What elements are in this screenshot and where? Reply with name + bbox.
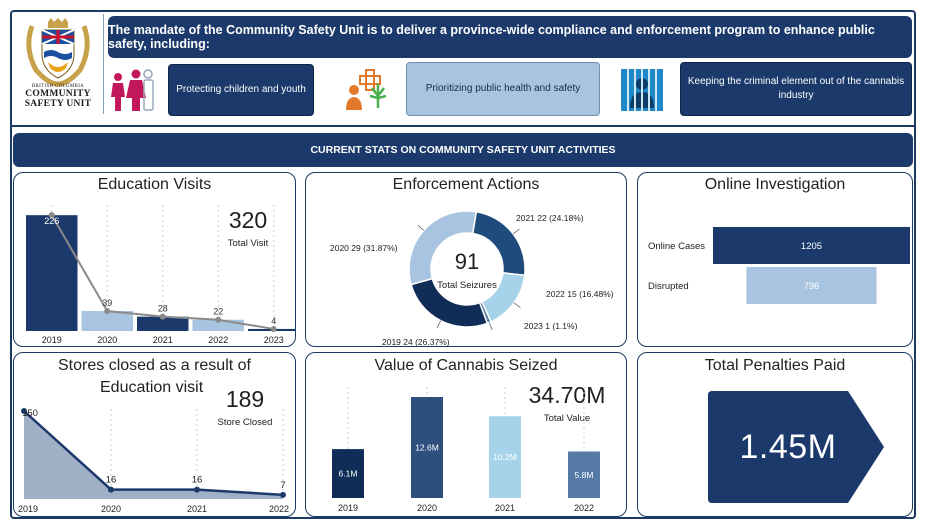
education-data-label-2022: 22 (213, 307, 223, 317)
education-point-2020 (104, 308, 111, 315)
enforcement-leader-2020 (417, 224, 425, 231)
education-data-label-2021: 28 (158, 304, 168, 314)
header-divider (103, 14, 104, 114)
cannabis-bar-chart: 6.1M 2019 12.6M 2020 10.2M 2021 5.8M 2022 (332, 387, 600, 513)
cannabis-data-label-2020: 12.6M (415, 443, 439, 453)
online-category-1: Disrupted (648, 281, 689, 292)
education-tick-2023: 2023 (264, 335, 284, 345)
stores-point-2020 (108, 486, 114, 493)
mandate-banner: The mandate of the Community Safety Unit… (108, 16, 912, 58)
stores-tick-2020: 2020 (101, 504, 121, 514)
online-investigation-card: Online Investigation 1205 Online Cases 796… (637, 172, 913, 347)
enforcement-leader-2021 (512, 228, 520, 235)
family-icon (108, 66, 156, 119)
pillar-public-health: Prioritizing public health and safety (406, 62, 600, 116)
penalties-value: 1.45M (739, 427, 837, 466)
education-data-label-2020: 39 (102, 298, 112, 308)
education-tick-2022: 2022 (208, 335, 228, 345)
enforcement-leader-2019 (436, 320, 442, 329)
cannabis-tick-2021: 2021 (495, 503, 515, 513)
stores-data-label-2022: 7 (280, 480, 285, 491)
education-data-label-2023: 4 (271, 316, 276, 326)
stores-tick-2021: 2021 (187, 504, 207, 514)
stats-banner: CURRENT STATS ON COMMUNITY SAFETY UNIT A… (13, 133, 913, 167)
education-chart: 2019 2020 2021 2022 2023 226 39 28 22 4 (26, 205, 295, 345)
cannabis-value-card: Value of Cannabis Seized 34.70M Total Va… (305, 352, 627, 517)
logo-line3: SAFETY UNIT (24, 99, 92, 109)
enforcement-total-label: Total Seizures (437, 280, 497, 291)
online-data-label-1: 796 (804, 281, 820, 292)
enforcement-slice-label-2019: 2019 24 (26.37%) (382, 337, 450, 347)
section-divider (12, 125, 914, 127)
education-tick-2021: 2021 (153, 335, 173, 345)
stores-data-label-2020: 16 (106, 475, 117, 486)
education-point-2022 (215, 316, 222, 323)
education-point-2023 (270, 325, 277, 332)
enforcement-slice-label-2021: 2021 22 (24.18%) (516, 213, 584, 223)
stores-point-2022 (280, 491, 286, 498)
stores-tick-2019: 2019 (18, 504, 38, 514)
cannabis-data-label-2021: 10.2M (493, 452, 517, 462)
enforcement-slice-label-2023: 2023 1 (1.1%) (524, 321, 578, 331)
education-tick-2020: 2020 (97, 335, 117, 345)
logo-line2: COMMUNITY (25, 89, 91, 99)
stores-tick-2022: 2022 (269, 504, 289, 514)
enforcement-actions-card: Enforcement Actions 2021 22 (24.18%) 2022… (305, 172, 627, 347)
education-point-2021 (159, 313, 166, 320)
enforcement-leader-2023 (488, 322, 493, 331)
stores-closed-card: Stores closed as a result of Education v… (13, 352, 296, 517)
education-bar-2019 (26, 215, 78, 331)
cannabis-tick-2019: 2019 (338, 503, 358, 513)
cannabis-tick-2022: 2022 (574, 503, 594, 513)
stores-area-chart: 150 2019 16 2020 16 2021 7 2022 (18, 408, 289, 514)
pillar-criminal-element: Keeping the criminal element out of the … (680, 62, 912, 116)
health-cannabis-icon (344, 68, 390, 117)
enforcement-slice-label-2020: 2020 29 (31.87%) (330, 243, 398, 253)
online-category-0: Online Cases (648, 241, 705, 252)
education-tick-2019: 2019 (42, 335, 62, 345)
stores-area-fill (24, 411, 283, 499)
cannabis-data-label-2019: 6.1M (339, 469, 358, 479)
penalties-title: Total Penalties Paid (704, 357, 846, 374)
logo-wordmark: BRITISH COLUMBIA COMMUNITY SAFETY UNIT (14, 84, 102, 109)
cannabis-tick-2020: 2020 (417, 503, 437, 513)
enforcement-leader-2022 (513, 302, 521, 308)
online-bar-chart: 1205 Online Cases 796 Disrupted (648, 227, 910, 304)
enforcement-slice-label-2022: 2022 15 (16.48%) (546, 289, 614, 299)
pillar-protecting-children: Protecting children and youth (168, 64, 314, 116)
cannabis-data-label-2022: 5.8M (575, 470, 594, 480)
stores-point-2021 (194, 486, 200, 493)
stores-data-label-2019: 150 (22, 408, 38, 419)
enforcement-total: 91 (454, 249, 480, 274)
online-data-label-0: 1205 (801, 241, 822, 252)
education-data-label-2019: 226 (44, 216, 59, 226)
penalties-card: Total Penalties Paid 1.45M (637, 352, 913, 517)
stores-data-label-2021: 16 (192, 475, 203, 486)
prison-bars-icon (620, 68, 664, 117)
education-visits-card: Education Visits 320 Total Visit 2019 202… (13, 172, 296, 347)
